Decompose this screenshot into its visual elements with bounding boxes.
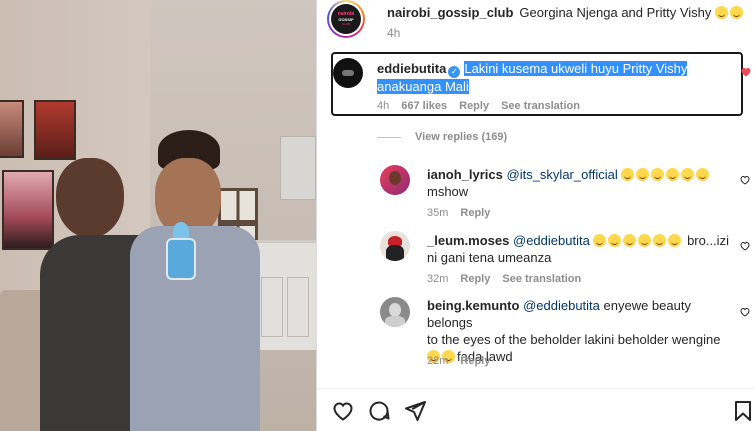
girl-figure [120, 130, 270, 431]
share-icon[interactable] [403, 399, 427, 423]
commenter-avatar[interactable] [333, 58, 363, 88]
reply-button[interactable]: Reply [460, 273, 490, 285]
heart-icon[interactable] [740, 66, 752, 78]
reply-button[interactable]: Reply [460, 355, 490, 367]
comment-username[interactable]: eddiebutita [377, 61, 446, 76]
reply-mention[interactable]: @eddiebutita [513, 233, 590, 248]
reply-mention[interactable]: @its_skylar_official [507, 167, 618, 182]
comments-panel: nairobi GOSSIP CLUB nairobi_gossip_club G… [316, 0, 755, 431]
reply-mention[interactable]: @eddiebutita [523, 298, 600, 313]
post-username[interactable]: nairobi_gossip_club [387, 5, 513, 20]
comment-text-line1: Lakini kusema ukweli huyu Pritty Vishy [464, 61, 688, 76]
reply-button[interactable]: Reply [460, 207, 490, 219]
heart-icon[interactable] [739, 240, 751, 252]
reply-username[interactable]: _leum.moses [427, 233, 509, 248]
reply-meta: 32m Reply See translation [427, 273, 582, 285]
comment-icon[interactable] [367, 399, 391, 423]
reply-username[interactable]: being.kemunto [427, 298, 519, 313]
see-translation-button[interactable]: See translation [502, 273, 581, 285]
reply-avatar[interactable] [380, 165, 410, 195]
view-replies-button[interactable]: View replies (169) [377, 131, 507, 143]
baby-bottle [166, 222, 196, 280]
wall-photo-1 [0, 100, 24, 158]
reply-avatar[interactable] [380, 297, 410, 327]
account-avatar[interactable]: nairobi GOSSIP CLUB [327, 0, 365, 38]
reply-button[interactable]: Reply [459, 100, 489, 112]
verified-icon: ✓ [448, 66, 461, 78]
comment-text-line2: anakuanga Mali [377, 79, 469, 94]
heart-icon[interactable] [739, 306, 751, 318]
heart-icon[interactable] [739, 174, 751, 186]
reply-meta: 35m Reply [427, 207, 491, 219]
comment-meta: 4h 667 likes Reply See translation [377, 100, 592, 112]
post-timestamp: 4h [387, 26, 401, 40]
reply-meta: 22m Reply [427, 355, 491, 367]
post-header: nairobi GOSSIP CLUB nairobi_gossip_club G… [327, 0, 755, 42]
comment-likes[interactable]: 667 likes [401, 100, 447, 112]
like-heart-icon[interactable] [331, 399, 355, 423]
kitchen-cabinet [280, 136, 316, 200]
gossip-club-logo: nairobi GOSSIP CLUB [331, 4, 361, 34]
reply-avatar[interactable] [380, 231, 410, 261]
reply-username[interactable]: ianoh_lyrics [427, 167, 503, 182]
highlighted-comment: eddiebutita ✓ Lakini kusema ukweli huyu Pr… [377, 60, 747, 95]
reply-text: mshow [427, 184, 469, 199]
laughing-emoji-icon [715, 6, 729, 19]
post-caption: Georgina Njenga and Pritty Vishy [519, 5, 745, 20]
laughing-emoji-icon [730, 6, 744, 19]
post-video[interactable] [0, 0, 316, 431]
post-action-bar [317, 388, 755, 431]
reply-text: ni gani tena umeanza [427, 250, 552, 265]
reply-comment: ianoh_lyrics @its_skylar_official mshow [427, 166, 737, 200]
see-translation-button[interactable]: See translation [501, 100, 580, 112]
comment-time: 4h [377, 100, 390, 112]
bookmark-icon[interactable] [731, 399, 755, 423]
reply-comment: _leum.moses @eddiebutita bro...izi ni ga… [427, 233, 729, 265]
